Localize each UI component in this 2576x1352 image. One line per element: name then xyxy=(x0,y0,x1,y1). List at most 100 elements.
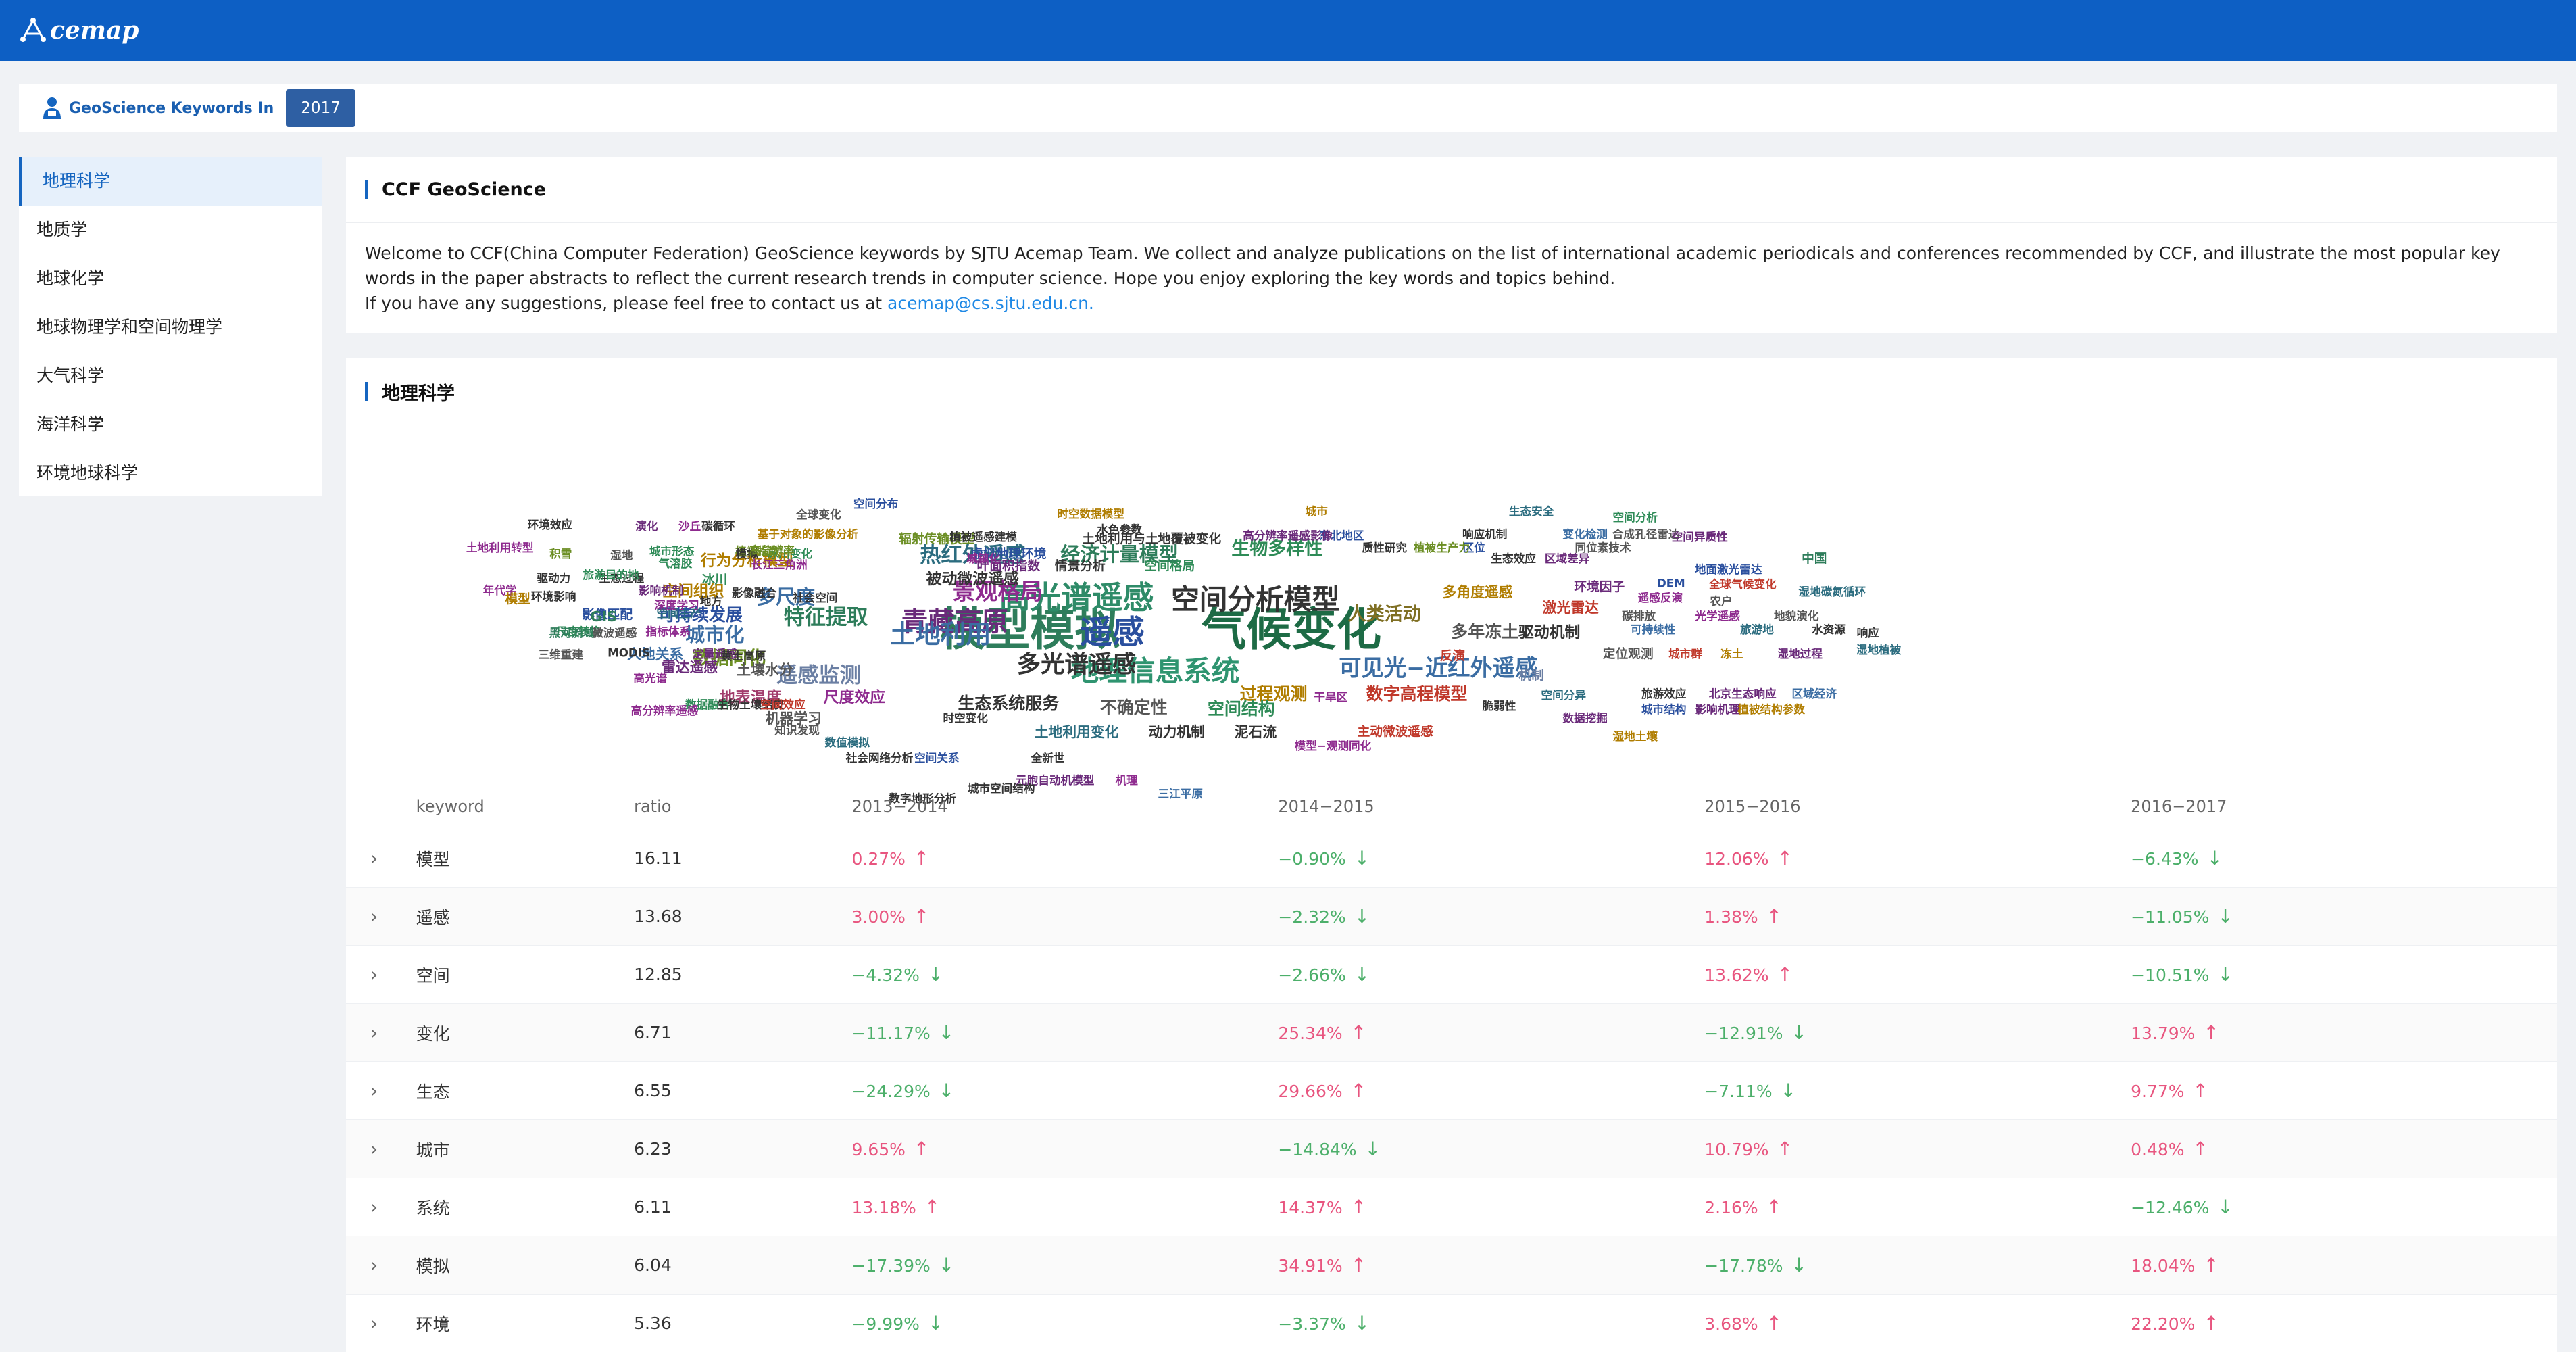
chevron-right-icon[interactable]: › xyxy=(346,1080,416,1102)
word-cloud-keyword[interactable]: 城市群 xyxy=(1668,645,1702,661)
chevron-right-icon[interactable]: › xyxy=(346,905,416,927)
word-cloud-keyword[interactable]: 不确定性 xyxy=(1100,694,1168,719)
word-cloud-keyword[interactable]: 长江三角洲 xyxy=(751,556,808,572)
header-2013-2014[interactable]: 2013−2014 xyxy=(851,797,1278,816)
word-cloud-keyword[interactable]: 机制 xyxy=(1518,666,1543,684)
word-cloud-keyword[interactable]: 深度学习 xyxy=(654,596,699,612)
word-cloud-keyword[interactable]: 城市结构 xyxy=(1641,700,1687,717)
table-row[interactable]: › 空间 12.85 −4.32% ↓ −2.66% ↓ 13.62% ↑ −10.51% ↓ xyxy=(346,945,2557,1003)
word-cloud-keyword[interactable]: 响应 xyxy=(1857,624,1879,640)
table-row[interactable]: › 变化 6.71 −11.17% ↓ 25.34% ↑ −12.91% ↓ 13.79% ↑ xyxy=(346,1003,2557,1061)
word-cloud-keyword[interactable]: 全新世 xyxy=(1031,749,1065,765)
word-cloud-keyword[interactable]: 高分辨率遥感影像 xyxy=(1243,527,1333,543)
word-cloud-keyword[interactable]: 空间效应 xyxy=(760,696,806,712)
word-cloud-keyword[interactable]: 土地利用转型 xyxy=(466,539,534,555)
word-cloud-keyword[interactable]: 高分辨率 xyxy=(749,541,795,558)
word-cloud-keyword[interactable]: 环境因子 xyxy=(1574,577,1625,595)
word-cloud-keyword[interactable]: 演化 xyxy=(635,517,658,533)
word-cloud-keyword[interactable]: 影像融合 xyxy=(732,584,777,600)
word-cloud-keyword[interactable]: 农户 xyxy=(1710,592,1732,608)
word-cloud-keyword[interactable]: 泥石流 xyxy=(1235,721,1277,741)
word-cloud-keyword[interactable]: DEM xyxy=(1657,577,1685,590)
word-cloud-keyword[interactable]: 空间关系 xyxy=(914,749,960,765)
word-cloud-keyword[interactable]: 数字高程模型 xyxy=(1366,681,1468,705)
table-row[interactable]: › 遥感 13.68 3.00% ↑ −2.32% ↓ 1.38% ↑ −11.05% ↓ xyxy=(346,887,2557,945)
sidebar-item-environmental[interactable]: 环境地球科学 xyxy=(19,449,322,498)
word-cloud-keyword[interactable]: 旅游地 xyxy=(1740,621,1774,637)
word-cloud-keyword[interactable]: 变化检测 xyxy=(1562,525,1608,541)
sidebar-item-geochemistry[interactable]: 地球化学 xyxy=(19,254,322,303)
sidebar-item-atmospheric[interactable]: 大气科学 xyxy=(19,352,322,400)
word-cloud-keyword[interactable]: 模型−观测同化 xyxy=(1295,737,1372,753)
word-cloud-keyword[interactable]: 冰川 xyxy=(702,569,727,587)
word-cloud-keyword[interactable]: 生态效应 xyxy=(1491,550,1536,566)
word-cloud-keyword[interactable]: 遥感反演 xyxy=(1638,589,1683,605)
word-cloud-keyword[interactable]: 湿地植被 xyxy=(1856,641,1902,657)
table-row[interactable]: › 城市 6.23 9.65% ↑ −14.84% ↓ 10.79% ↑ 0.48% ↑ xyxy=(346,1119,2557,1178)
word-cloud-keyword[interactable]: 干旱区 xyxy=(1314,688,1347,704)
word-cloud-keyword[interactable]: 动力机制 xyxy=(1149,721,1205,741)
word-cloud-keyword[interactable]: 人类活动 xyxy=(1348,600,1421,626)
table-row[interactable]: › 环境 5.36 −9.99% ↓ −3.37% ↓ 3.68% ↑ 22.20% ↑ xyxy=(346,1294,2557,1352)
header-keyword[interactable]: keyword xyxy=(416,797,634,816)
word-cloud-keyword[interactable]: 地方 xyxy=(700,592,722,608)
word-cloud-keyword[interactable]: 微波遥感 xyxy=(592,624,637,640)
word-cloud-keyword[interactable]: 多年冻土 xyxy=(1451,619,1518,643)
word-cloud-keyword[interactable]: 地貌演化 xyxy=(1774,607,1819,623)
word-cloud-keyword[interactable]: 旅游效应 xyxy=(1641,685,1687,701)
word-cloud-keyword[interactable]: 空间异质性 xyxy=(1672,528,1728,544)
chevron-right-icon[interactable]: › xyxy=(346,1021,416,1044)
word-cloud-keyword[interactable]: 脆弱性 xyxy=(1482,697,1516,713)
chevron-right-icon[interactable]: › xyxy=(346,1138,416,1160)
word-cloud-keyword[interactable]: 土地利用变化 xyxy=(1035,721,1119,741)
word-cloud-keyword[interactable]: 时空变化 xyxy=(943,709,988,725)
word-cloud-keyword[interactable]: 社会网络分析 xyxy=(846,749,914,765)
sidebar-item-ocean[interactable]: 海洋科学 xyxy=(19,400,322,449)
contact-email-link[interactable]: acemap@cs.sjtu.edu.cn. xyxy=(887,293,1094,313)
word-cloud-keyword[interactable]: 高光谱 xyxy=(633,669,667,685)
word-cloud-keyword[interactable]: 多光谱遥感 xyxy=(1017,646,1137,680)
word-cloud-keyword[interactable]: 城市 xyxy=(1305,502,1327,518)
word-cloud-keyword[interactable]: 中国 xyxy=(1802,549,1827,567)
word-cloud-keyword[interactable]: 情景分析 xyxy=(1055,556,1106,575)
word-cloud-keyword[interactable]: 积雪 xyxy=(549,545,572,561)
word-cloud-keyword[interactable]: 冻土 xyxy=(1720,645,1743,661)
word-cloud-keyword[interactable]: 全球变化 xyxy=(796,506,841,522)
word-cloud-keyword[interactable]: 基于对象的影像分析 xyxy=(758,525,859,541)
word-cloud-keyword[interactable]: MODIS xyxy=(608,646,650,659)
word-cloud-keyword[interactable]: 地面激光雷达 xyxy=(1695,560,1762,577)
word-cloud-keyword[interactable]: 空间结构 xyxy=(1208,696,1275,720)
header-2016-2017[interactable]: 2016−2017 xyxy=(2131,797,2557,816)
header-ratio[interactable]: ratio xyxy=(634,797,851,816)
word-cloud-keyword[interactable]: 植被遥感建模 xyxy=(949,528,1017,544)
word-cloud-keyword[interactable]: 时空数据模型 xyxy=(1057,505,1124,521)
word-cloud-keyword[interactable]: 可见光−近红外遥感 xyxy=(1339,650,1537,683)
word-cloud-keyword[interactable]: 全球气候变化 xyxy=(1709,575,1777,592)
word-cloud-keyword[interactable]: 高分辨率遥感 xyxy=(631,702,699,718)
word-cloud-keyword[interactable]: 空间格局 xyxy=(1144,556,1195,575)
chevron-right-icon[interactable]: › xyxy=(346,1312,416,1334)
header-2014-2015[interactable]: 2014−2015 xyxy=(1278,797,1704,816)
word-cloud-keyword[interactable]: 三维重建 xyxy=(539,646,584,662)
word-cloud-keyword[interactable]: 北京生态响应 xyxy=(1709,685,1777,701)
word-cloud-keyword[interactable]: 湿地 xyxy=(610,546,633,562)
word-cloud-keyword[interactable]: 光学遥感 xyxy=(1695,607,1740,623)
word-cloud-keyword[interactable]: 水色参数 xyxy=(1097,521,1142,537)
word-cloud-keyword[interactable]: 影响机理 xyxy=(1695,700,1740,717)
chevron-right-icon[interactable]: › xyxy=(346,1254,416,1276)
word-cloud-keyword[interactable]: 驱动机制 xyxy=(1518,619,1581,642)
word-cloud-keyword[interactable]: 沙丘 xyxy=(678,517,701,533)
header-2015-2016[interactable]: 2015−2016 xyxy=(1704,797,2131,816)
word-cloud-keyword[interactable]: 反演 xyxy=(1440,646,1465,665)
word-cloud-keyword[interactable]: 数据挖掘 xyxy=(1562,709,1608,725)
word-cloud-keyword[interactable]: 质性研究 xyxy=(1362,539,1408,555)
word-cloud-keyword[interactable]: 数值模拟 xyxy=(825,733,870,750)
word-cloud-keyword[interactable]: 环境影响 xyxy=(531,587,576,604)
word-cloud-keyword[interactable]: 湿地碳氮循环 xyxy=(1798,583,1866,599)
word-cloud-keyword[interactable]: 激光雷达 xyxy=(1543,596,1599,617)
sidebar-item-geography[interactable]: 地理科学 xyxy=(19,157,322,206)
word-cloud-keyword[interactable]: 植被结构参数 xyxy=(1737,700,1805,717)
word-cloud-keyword[interactable]: 黄土高原 xyxy=(721,647,766,663)
word-cloud-keyword[interactable]: 黑河流域 xyxy=(549,624,594,640)
word-cloud-keyword[interactable]: 知识发现 xyxy=(774,721,820,738)
